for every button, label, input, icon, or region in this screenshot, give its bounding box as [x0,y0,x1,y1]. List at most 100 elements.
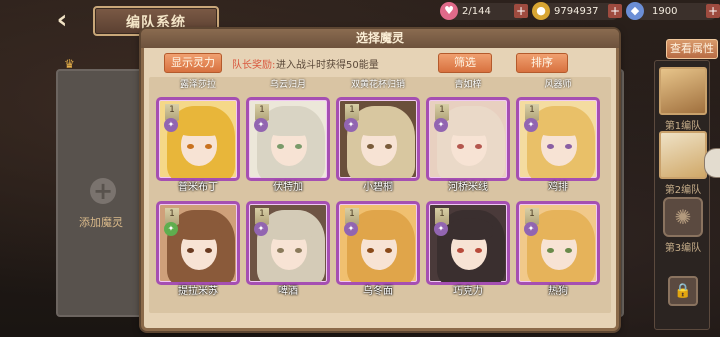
element-icon: ✦ [524,118,538,132]
left-eye [547,248,554,253]
element-icon: ✦ [164,222,178,236]
stamina-counter: ♥ 2/144 + [440,2,528,20]
left-eye [457,144,464,149]
top-row-name: 乌云归月 [269,80,306,90]
stamina-value: 2/144 [462,6,491,17]
spirit-name: 河桥米线 [448,182,488,193]
element-icon: ✦ [434,222,448,236]
top-row-name: 双黄花杯归销 [350,80,405,90]
element-icon: ✦ [434,118,448,132]
team-2[interactable]: 第2编队 [659,131,707,196]
spirit-card[interactable]: 1 ✦ 伏特加 [246,97,330,195]
element-icon: ✦ [344,222,358,236]
team-1-thumbnail [659,67,707,115]
spirit-portrait: 1 ✦ [156,97,240,181]
spirit-name: 鸡排 [548,182,568,193]
gem-counter: ◆ 1900 + [626,2,720,20]
team-1[interactable]: 第1编队 [659,67,707,132]
team-3-label: 第3编队 [664,243,702,254]
right-eye [385,144,392,149]
modal-toolbar: 显示灵力 队长奖励: 进入战斗时获得50能量 筛选 排序 [150,50,608,76]
right-eye [385,248,392,253]
right-eye [205,248,212,253]
left-eye [457,248,464,253]
left-eye [187,248,194,253]
filter-button[interactable]: 筛选 [438,53,492,73]
gem-value: 1900 [652,6,678,17]
modal-title: 选择魔灵 [355,31,404,45]
sort-button[interactable]: 排序 [516,53,568,73]
top-row-name: 青如梓 [454,80,482,90]
bangs-shape [447,218,493,240]
coin-icon: ● [532,2,550,20]
add-gem-button[interactable]: + [706,4,720,18]
gold-counter: ● 9794937 + [532,2,622,20]
left-eye [367,144,374,149]
spirit-name: 提拉米苏 [178,286,218,297]
spirit-portrait: 1 ✦ [516,201,600,285]
left-eye [277,144,284,149]
team-3[interactable]: ✺ 第3编队 [659,197,707,254]
show-power-button[interactable]: 显示灵力 [164,53,222,73]
left-eye [367,248,374,253]
add-spirit-label: 添加魔灵 [79,216,123,229]
gold-value: 9794937 [554,6,599,17]
right-eye [565,248,572,253]
bangs-shape [177,218,223,240]
spirit-name: 啤酒 [278,286,298,297]
spirit-card[interactable]: 1 ✦ 普米布丁 [156,97,240,195]
top-row-name: 露泽莎拉 [179,80,216,90]
bangs-shape [357,218,403,240]
bangs-shape [447,114,493,136]
spirit-name: 普米布丁 [178,182,218,193]
left-eye [187,144,194,149]
spirit-card[interactable]: 1 ✦ 热狗 [516,201,600,299]
gem-icon: ◆ [626,2,644,20]
spirit-card[interactable]: 1 ✦ 乌冬面 [336,201,420,299]
team-2-thumbnail [659,131,707,179]
spirit-portrait: 1 ✦ [426,201,510,285]
spirit-card[interactable]: 1 ✦ 巧克力 [426,201,510,299]
previous-row-names: 露泽莎拉 乌云归月 双黄花杯归销 青如梓 风器师 [149,77,611,91]
spirit-name: 乌冬面 [363,286,393,297]
bangs-shape [177,114,223,136]
side-drawer-handle[interactable] [704,148,720,178]
spirit-name: 热狗 [548,286,568,297]
spirit-portrait: 1 ✦ [336,97,420,181]
spirit-card[interactable]: 1 ✦ 河桥米线 [426,97,510,195]
spirit-card[interactable]: 1 ✦ 小碧桐 [336,97,420,195]
add-stamina-button[interactable]: + [514,4,528,18]
element-icon: ✦ [254,118,268,132]
spirit-portrait: 1 ✦ [246,97,330,181]
spirit-name: 巧克力 [453,286,483,297]
left-eye [277,248,284,253]
add-gold-button[interactable]: + [608,4,622,18]
spirit-name: 伏特加 [273,182,303,193]
right-eye [565,144,572,149]
right-eye [475,248,482,253]
spirit-card[interactable]: 1 ✦ 啤酒 [246,201,330,299]
bangs-shape [267,218,313,240]
team-1-label: 第1编队 [664,121,702,132]
bangs-shape [357,114,403,136]
bangs-shape [537,218,583,240]
right-eye [295,248,302,253]
element-icon: ✦ [254,222,268,236]
bangs-shape [537,114,583,136]
back-arrow-icon[interactable]: ‹ [44,7,80,34]
left-eye [547,144,554,149]
spirit-portrait: 1 ✦ [336,201,420,285]
team-2-label: 第2编队 [664,185,702,196]
spirit-portrait: 1 ✦ [246,201,330,285]
plus-icon: + [90,178,116,204]
captain-bonus-text: 进入战斗时获得50能量 [276,60,379,71]
lock-icon[interactable]: 🔒 [668,276,698,306]
spirit-card[interactable]: 1 ✦ 鸡排 [516,97,600,195]
element-icon: ✦ [344,118,358,132]
add-spirit-slot[interactable]: + 添加魔灵 [56,69,146,317]
right-eye [295,144,302,149]
element-icon: ✦ [524,222,538,236]
team-emblem-icon: ✺ [663,197,703,237]
view-attributes-button[interactable]: 查看属性 [666,39,718,59]
spirit-card[interactable]: 1 ✦ 提拉米苏 [156,201,240,299]
